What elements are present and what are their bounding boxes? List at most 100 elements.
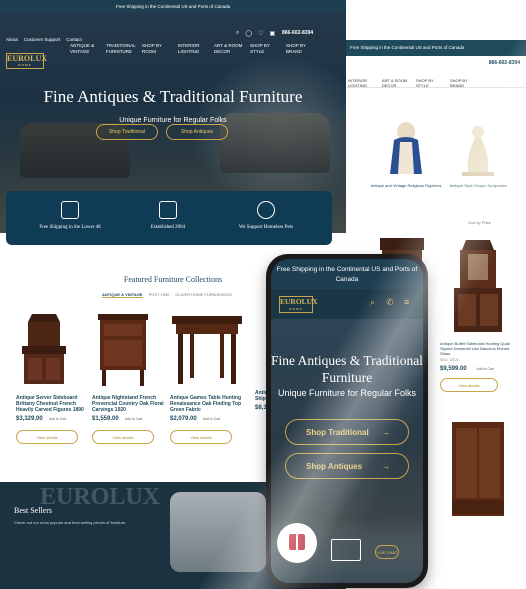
add-to-cart-link[interactable]: Add to Cart [125, 417, 143, 421]
phone-hero-title: Fine Antiques & Traditional Furniture [271, 353, 423, 385]
tab-oliver-home[interactable]: OLIVER HOME FURNISHINGS [175, 292, 231, 298]
phone-shop-traditional-button[interactable]: Shop Traditional → [285, 419, 409, 445]
view-details-button[interactable]: View details [170, 430, 232, 444]
back-sort-select[interactable]: Sort by Price [468, 220, 491, 225]
feature-pets-text: We Support Homeless Pets [238, 225, 294, 230]
back-product-name: Antique Style Bisque Sculptures [449, 183, 507, 188]
product-name: Antique Server Sideboard Brittany Chestn… [16, 395, 84, 413]
eurolux-logo[interactable]: EUROLUX HOME [6, 53, 48, 69]
phone-logo-tag: HOME [289, 307, 303, 311]
games-table-image [172, 316, 242, 384]
back-nav-style[interactable]: SHOP BY STYLE [416, 78, 442, 88]
nav-lighting[interactable]: INTERIOR LIGHTING [178, 43, 208, 54]
product-name: Antique Games Table Hunting Renaissance … [170, 395, 242, 413]
back-product-card[interactable]: Antique Style Bisque Sculptures [438, 120, 518, 188]
phone-shop-antiques-button[interactable]: Shop Antiques → [285, 453, 409, 479]
best-sellers-title: Best Sellers [14, 506, 52, 515]
header-icons: ⌕ ◯ ♡ ▣ [236, 30, 275, 37]
nav-traditional[interactable]: TRADITIONAL FURNITURE [106, 43, 136, 54]
nav-antique[interactable]: ANTIQUE & VINTAGE [70, 43, 100, 54]
nav-art[interactable]: ART & ROOM DECOR [214, 43, 244, 54]
back-product-name: Antique Buffet Sideboard Hunting Quail S… [440, 341, 510, 356]
shipping-banner: Free Shipping in the Continental US and … [0, 0, 346, 13]
wishlist-icon[interactable]: ♡ [258, 30, 263, 37]
armoire-image [452, 422, 504, 516]
back-nav: INTERIOR LIGHTING ART & ROOM DECOR SHOP … [348, 78, 526, 88]
main-nav: ANTIQUE & VINTAGE TRADITIONAL FURNITURE … [70, 43, 316, 54]
back-product-sku: SKU: 125-9 [440, 358, 459, 362]
view-details-button[interactable]: View details [16, 430, 78, 444]
bisque-sculpture-image [462, 126, 494, 176]
tab-antique-vintage[interactable]: ANTIQUE & VINTAGE [102, 292, 143, 298]
add-to-cart-link[interactable]: Add to Cart [203, 417, 221, 421]
smartphone-mockup: Free Shipping in the Continental US and … [266, 254, 428, 588]
back-product-card[interactable]: Antique and Vintage Religious Figurines [366, 120, 446, 188]
back-add-to-cart[interactable]: Add to Cart [476, 367, 494, 371]
hero-subtitle: Unique Furniture for Regular Folks [119, 117, 227, 124]
calendar-icon [159, 201, 177, 219]
nav-style[interactable]: SHOP BY STYLE [250, 43, 280, 54]
phone-eurolux-logo[interactable]: EUROLUX HOME [279, 296, 318, 313]
back-header: 866-602-8394 INTERIOR LIGHTING ART & ROO… [338, 56, 526, 88]
product-card[interactable]: Antique Games Table Hunting Renaissance … [170, 310, 242, 444]
arrow-right-icon: → [382, 462, 390, 471]
add-to-cart-link[interactable]: Add to Cart [49, 417, 67, 421]
nav-brand[interactable]: SHOP BY BRAND [286, 43, 316, 54]
delivery-box-icon [331, 539, 361, 561]
features-bar: Free Shipping in the Lower 48 Establishe… [6, 191, 332, 245]
paw-heart-icon [257, 201, 275, 219]
phone-number[interactable]: 866-602-8394 [282, 30, 313, 36]
utility-links: About Customer Support Contact [6, 37, 82, 42]
back-view-details-button[interactable]: View details [440, 378, 498, 392]
gift-icon[interactable] [277, 523, 317, 563]
product-price: $3,329.00 [16, 416, 43, 422]
back-nav-lighting[interactable]: INTERIOR LIGHTING [348, 78, 374, 88]
hero-title: Fine Antiques & Traditional Furniture [43, 87, 303, 106]
feature-established: Established 2004 [118, 191, 218, 230]
about-link[interactable]: About [6, 37, 18, 42]
back-shipping-banner: Free Shipping in the Continental US and … [338, 40, 526, 56]
cart-icon[interactable]: ▣ [269, 30, 275, 37]
product-card[interactable]: Antique Server Sideboard Brittany Chestn… [16, 310, 88, 444]
hero-section: About Customer Support Contact EUROLUX H… [0, 13, 346, 245]
back-product-name: Antique and Vintage Religious Figurines [370, 183, 442, 188]
phone-shipping-banner: Free Shipping in the Continental US and … [271, 259, 423, 289]
product-card[interactable]: Antique Nightstand French Provencial Cou… [92, 310, 164, 444]
shipping-box-icon [61, 201, 79, 219]
shop-traditional-button[interactable]: Shop Traditional [96, 124, 158, 140]
customer-support-link[interactable]: Customer Support [24, 37, 61, 42]
arrow-right-icon: → [382, 428, 390, 437]
feature-shipping-text: Free Shipping in the Lower 48 [39, 225, 101, 230]
product-price: $1,559.00 [92, 416, 119, 422]
contact-link[interactable]: Contact [66, 37, 82, 42]
phone-icon[interactable]: ✆ [386, 297, 394, 308]
back-product-card[interactable]: Antique Buffet Sideboard Hunting Quail S… [440, 236, 520, 392]
feature-established-text: Established 2004 [150, 225, 186, 230]
phone-hero-subtitle: Unique Furniture for Regular Folks [277, 388, 417, 398]
search-icon[interactable]: ⌕ [370, 297, 375, 308]
phone-shop-antiques-label: Shop Antiques [306, 462, 363, 471]
best-sellers-description: Check out our most popular and best-sell… [14, 520, 127, 525]
logo-text: EUROLUX [7, 54, 48, 63]
menu-icon[interactable]: ≡ [404, 297, 409, 307]
nav-room[interactable]: SHOP BY ROOM [142, 43, 172, 54]
back-nav-art[interactable]: ART & ROOM DECOR [382, 78, 408, 88]
buffet-sideboard-image [454, 240, 502, 332]
view-details-button[interactable]: View details [92, 430, 154, 444]
back-product-price: $9,599.00 [440, 366, 467, 372]
logo-tag: HOME [18, 63, 32, 67]
product-name: Antique Nightstand French Provencial Cou… [92, 395, 164, 413]
feature-shipping: Free Shipping in the Lower 48 [20, 191, 120, 230]
tab-post-1950[interactable]: POST 1950 [149, 292, 170, 298]
nightstand-image [98, 314, 148, 386]
account-icon[interactable]: ◯ [245, 30, 252, 37]
live-chat-button[interactable]: LIVE CHAT [375, 545, 399, 559]
server-sideboard-image [22, 314, 66, 384]
shop-antiques-button[interactable]: Shop Antiques [166, 124, 228, 140]
collections-tabs: ANTIQUE & VINTAGE POST 1950 OLIVER HOME … [102, 292, 232, 298]
eurolux-watermark: EUROLUX [40, 484, 161, 510]
back-phone-number[interactable]: 866-602-8394 [489, 60, 520, 66]
back-nav-brand[interactable]: SHOP BY BRAND [450, 78, 476, 88]
phone-header: EUROLUX HOME ⌕ ✆ ≡ [271, 289, 423, 319]
search-icon[interactable]: ⌕ [236, 30, 239, 37]
